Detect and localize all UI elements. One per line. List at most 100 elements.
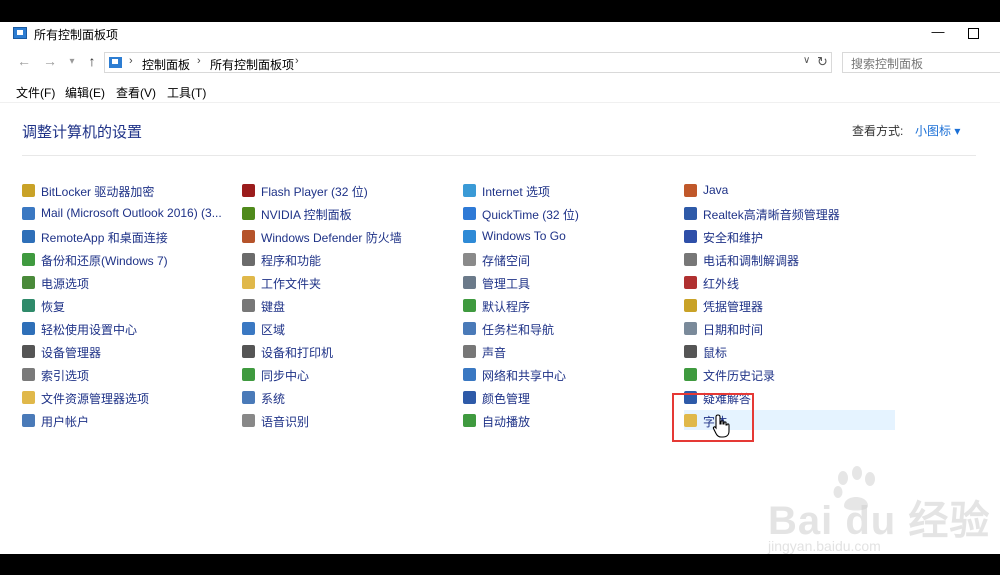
storage-icon xyxy=(463,253,476,266)
cp-item[interactable]: 恢复 xyxy=(22,295,227,315)
flash-icon xyxy=(242,184,255,197)
refresh-icon[interactable]: ↻ xyxy=(817,54,828,70)
cp-item[interactable]: 管理工具 xyxy=(463,272,668,292)
cp-item[interactable]: 文件历史记录 xyxy=(684,364,889,384)
cp-item[interactable]: 电话和调制解调器 xyxy=(684,249,889,269)
admin-tools-icon xyxy=(463,276,476,289)
cp-item-label: Mail (Microsoft Outlook 2016) (3... xyxy=(41,206,222,220)
cp-item-label: 文件历史记录 xyxy=(703,369,776,383)
cp-item-label: Java xyxy=(703,183,729,197)
window-title: 所有控制面板项 xyxy=(34,28,119,42)
cp-item-label: 程序和功能 xyxy=(261,254,322,268)
taskbar-icon xyxy=(463,322,476,335)
user-accounts-icon xyxy=(22,414,35,427)
cp-item[interactable]: Mail (Microsoft Outlook 2016) (3... xyxy=(22,203,227,223)
cp-item-label: 电话和调制解调器 xyxy=(703,254,800,268)
cp-item-label: 红外线 xyxy=(703,277,740,291)
breadcrumb-separator: › xyxy=(129,55,133,67)
view-mode-dropdown[interactable]: 小图标 ▾ xyxy=(915,122,960,139)
cp-item[interactable]: 工作文件夹 xyxy=(242,272,447,292)
menu-view[interactable]: 查看(V) xyxy=(116,84,156,101)
search-box[interactable] xyxy=(842,52,1000,73)
cp-item[interactable]: 索引选项 xyxy=(22,364,227,384)
internet-icon xyxy=(463,184,476,197)
recent-locations-icon[interactable]: ▾ xyxy=(64,56,80,67)
folder-options-icon xyxy=(22,391,35,404)
cp-item[interactable]: 轻松使用设置中心 xyxy=(22,318,227,338)
breadcrumb-separator: › xyxy=(197,55,201,67)
cp-item[interactable]: RemoteApp 和桌面连接 xyxy=(22,226,227,246)
cp-item[interactable]: 同步中心 xyxy=(242,364,447,384)
cp-item[interactable]: 红外线 xyxy=(684,272,889,292)
address-dropdown-icon[interactable]: ∨ xyxy=(803,55,810,66)
cp-item-label: 存储空间 xyxy=(482,254,531,268)
printer-icon xyxy=(242,345,255,358)
cp-item[interactable]: 鼠标 xyxy=(684,341,889,361)
ease-of-access-icon xyxy=(22,322,35,335)
divider xyxy=(22,155,976,156)
infrared-icon xyxy=(684,276,697,289)
menu-tools[interactable]: 工具(T) xyxy=(167,84,206,101)
forward-button[interactable]: → xyxy=(42,53,58,69)
cp-item[interactable]: 存储空间 xyxy=(463,249,668,269)
cp-item[interactable]: 凭据管理器 xyxy=(684,295,889,315)
breadcrumb-all-items[interactable]: 所有控制面板项 xyxy=(210,56,294,73)
cp-item[interactable]: 日期和时间 xyxy=(684,318,889,338)
region-icon xyxy=(242,322,255,335)
cp-item[interactable]: BitLocker 驱动器加密 xyxy=(22,180,227,200)
control-panel-icon xyxy=(109,57,122,68)
cp-item[interactable]: Java xyxy=(684,180,889,200)
cp-item[interactable]: 语音识别 xyxy=(242,410,447,430)
cp-item[interactable]: 默认程序 xyxy=(463,295,668,315)
cp-item[interactable]: 区域 xyxy=(242,318,447,338)
cp-item[interactable]: 安全和维护 xyxy=(684,226,889,246)
cp-item[interactable]: 设备和打印机 xyxy=(242,341,447,361)
address-bar[interactable]: › 控制面板 › 所有控制面板项 › ∨ ↻ xyxy=(104,52,832,73)
cp-item[interactable]: Realtek高清晰音频管理器 xyxy=(684,203,889,223)
cp-item-label: RemoteApp 和桌面连接 xyxy=(41,231,168,245)
cp-item[interactable]: 颜色管理 xyxy=(463,387,668,407)
default-programs-icon xyxy=(463,299,476,312)
back-button[interactable]: ← xyxy=(16,53,32,69)
hand-cursor-icon xyxy=(712,414,730,438)
cp-item[interactable]: 文件资源管理器选项 xyxy=(22,387,227,407)
cp-item-label: 任务栏和导航 xyxy=(482,323,555,337)
cp-item-label: 自动播放 xyxy=(482,415,531,429)
menu-edit[interactable]: 编辑(E) xyxy=(65,84,105,101)
control-panel-icon xyxy=(13,27,27,39)
cp-item[interactable]: 声音 xyxy=(463,341,668,361)
recovery-icon xyxy=(22,299,35,312)
cp-item[interactable]: Windows To Go xyxy=(463,226,668,246)
cp-item[interactable]: 键盘 xyxy=(242,295,447,315)
cp-item-label: 用户帐户 xyxy=(41,415,90,429)
cp-item[interactable]: NVIDIA 控制面板 xyxy=(242,203,447,223)
search-input[interactable] xyxy=(849,54,993,73)
cp-item[interactable]: 任务栏和导航 xyxy=(463,318,668,338)
cp-item[interactable]: 设备管理器 xyxy=(22,341,227,361)
cp-item[interactable]: 系统 xyxy=(242,387,447,407)
cp-item-label: 键盘 xyxy=(261,300,286,314)
breadcrumb-separator: › xyxy=(295,55,299,67)
cp-item[interactable]: Flash Player (32 位) xyxy=(242,180,447,200)
menu-file[interactable]: 文件(F) xyxy=(16,84,55,101)
cp-item-label: 轻松使用设置中心 xyxy=(41,323,138,337)
address-row: ← → ▾ ↑ › 控制面板 › 所有控制面板项 › ∨ ↻ xyxy=(0,50,1000,76)
minimize-button[interactable]: — xyxy=(928,23,948,43)
network-icon xyxy=(463,368,476,381)
cp-item[interactable]: Windows Defender 防火墙 xyxy=(242,226,447,246)
credential-icon xyxy=(684,299,697,312)
up-button[interactable]: ↑ xyxy=(84,53,100,69)
maximize-button[interactable] xyxy=(968,28,979,39)
cp-item[interactable]: 网络和共享中心 xyxy=(463,364,668,384)
cp-item[interactable]: 备份和还原(Windows 7) xyxy=(22,249,227,269)
title-bar: 所有控制面板项 — xyxy=(0,22,1000,46)
cp-item[interactable]: 程序和功能 xyxy=(242,249,447,269)
cp-item[interactable]: Internet 选项 xyxy=(463,180,668,200)
cp-item[interactable]: 自动播放 xyxy=(463,410,668,430)
cp-item[interactable]: 电源选项 xyxy=(22,272,227,292)
microphone-icon xyxy=(242,414,255,427)
cp-item[interactable]: QuickTime (32 位) xyxy=(463,203,668,223)
breadcrumb-control-panel[interactable]: 控制面板 xyxy=(142,56,190,73)
cp-item-label: BitLocker 驱动器加密 xyxy=(41,185,155,199)
cp-item[interactable]: 用户帐户 xyxy=(22,410,227,430)
